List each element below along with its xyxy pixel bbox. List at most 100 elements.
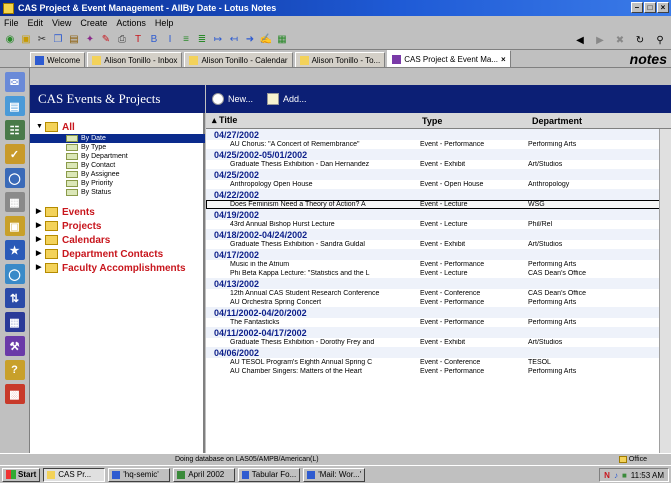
magic-wand-icon[interactable]: ✦ [83, 33, 97, 47]
chart-icon[interactable]: ▦ [275, 33, 289, 47]
menu-file[interactable]: File [4, 18, 19, 28]
table-row[interactable]: 12th Annual CAS Student Research Confere… [206, 289, 671, 298]
tree-node-department-contacts[interactable]: ▶ Department Contacts [30, 247, 205, 261]
view-by-assignee[interactable]: By Assignee [30, 170, 205, 179]
table-row[interactable]: 43rd Annual Bishop Hurst Lecture Event -… [206, 220, 671, 229]
menu-edit[interactable]: Edit [28, 18, 44, 28]
view-by-status[interactable]: By Status [30, 188, 205, 197]
antivirus-tray-icon[interactable]: ■ [622, 471, 627, 480]
nav-back-icon[interactable]: ◀ [573, 33, 587, 47]
taskbar-item-notes[interactable]: CAS Pr... [43, 467, 106, 482]
date-category-row[interactable]: 04/11/2002-04/20/2002 [206, 307, 671, 318]
chart-bookmark-icon[interactable]: ▩ [4, 384, 25, 404]
web-bookmark-icon[interactable]: ◯ [4, 168, 25, 188]
tree-node-projects[interactable]: ▶ Projects [30, 219, 205, 233]
collapse-twisty-icon[interactable]: ▼ [36, 123, 43, 130]
view-by-date[interactable]: By Date [30, 134, 205, 143]
taskbar-item-5[interactable]: 'Mail: Wor...' [303, 467, 366, 482]
tree-node-faculty-accomplishments[interactable]: ▶ Faculty Accomplishments [30, 261, 205, 275]
back-circle-icon[interactable]: ◉ [3, 33, 17, 47]
replication-bookmark-icon[interactable]: ⇅ [4, 288, 25, 308]
indent-icon[interactable]: ↦ [211, 33, 225, 47]
taskbar-item-2[interactable]: 'hq-semic' [108, 467, 171, 482]
databases-bookmark-icon[interactable]: ▦ [4, 192, 25, 212]
mail-bookmark-icon[interactable]: ✉ [4, 72, 25, 92]
table-row[interactable]: Anthropology Open House Event - Open Hou… [206, 180, 671, 189]
clock[interactable]: 11:53 AM [631, 471, 664, 480]
date-category-row[interactable]: 04/06/2002 [206, 347, 671, 358]
window-titlebar[interactable]: CAS Project & Event Management - AllBy D… [0, 0, 671, 16]
table-row[interactable]: Music in the Atrium Event - Performance … [206, 260, 671, 269]
table-row[interactable]: Graduate Thesis Exhibition - Dan Hernand… [206, 160, 671, 169]
open-folder-icon[interactable]: ▣ [19, 33, 33, 47]
text-tool-icon[interactable]: T [131, 33, 145, 47]
tab-close-icon[interactable]: × [501, 55, 506, 64]
bold-icon[interactable]: B [147, 33, 161, 47]
table-row-selected[interactable]: Does Feminism Need a Theory of Action? A… [206, 200, 671, 209]
tools-bookmark-icon[interactable]: ⚒ [4, 336, 25, 356]
expand-twisty-icon[interactable]: ▶ [36, 222, 42, 229]
search-icon[interactable]: ⚲ [653, 33, 667, 47]
new-button[interactable]: New... [212, 93, 253, 105]
date-category-row[interactable]: 04/18/2002-04/24/2002 [206, 229, 671, 240]
column-header-title[interactable]: ▴ Title [206, 115, 416, 126]
menu-actions[interactable]: Actions [116, 18, 146, 28]
tree-node-events[interactable]: ▶ Events [30, 205, 205, 219]
table-row[interactable]: AU Chamber Singers: Matters of the Heart… [206, 367, 671, 376]
menu-view[interactable]: View [52, 18, 71, 28]
location-selector[interactable]: Office [618, 456, 647, 463]
taskbar-item-4[interactable]: Tabular Fo... [238, 467, 301, 482]
expand-twisty-icon[interactable]: ▶ [36, 236, 42, 243]
menu-help[interactable]: Help [155, 18, 174, 28]
network-tray-icon[interactable]: N [604, 471, 610, 480]
history-bookmark-icon[interactable]: ◯ [4, 264, 25, 284]
refresh-icon[interactable]: ↻ [633, 33, 647, 47]
italic-icon[interactable]: I [163, 33, 177, 47]
volume-tray-icon[interactable]: ♪ [614, 471, 618, 480]
table-row[interactable]: Graduate Thesis Exhibition - Sandra Guld… [206, 240, 671, 249]
table-row[interactable]: Phi Beta Kappa Lecture: "Statistics and … [206, 269, 671, 278]
add-button[interactable]: Add... [267, 93, 307, 105]
calendar-bookmark-icon[interactable]: ▤ [4, 96, 25, 116]
menu-create[interactable]: Create [80, 18, 107, 28]
view-by-department[interactable]: By Department [30, 152, 205, 161]
table-row[interactable]: AU Orchestra Spring Concert Event - Perf… [206, 298, 671, 307]
start-button[interactable]: Start [2, 467, 41, 482]
view-by-type[interactable]: By Type [30, 143, 205, 152]
paste-icon[interactable]: ▤ [67, 33, 81, 47]
link-arrow-icon[interactable]: ➜ [243, 33, 257, 47]
table-row[interactable]: Graduate Thesis Exhibition - Dorothy Fre… [206, 338, 671, 347]
expand-twisty-icon[interactable]: ▶ [36, 208, 42, 215]
print-icon[interactable]: ⎙ [115, 33, 129, 47]
date-category-row[interactable]: 04/22/2002 [206, 189, 671, 200]
tab-calendar[interactable]: Alison Tonillo - Calendar [184, 52, 293, 67]
tab-todo[interactable]: Alison Tonillo - To... [294, 52, 386, 67]
view-by-contact[interactable]: By Contact [30, 161, 205, 170]
view-by-priority[interactable]: By Priority [30, 179, 205, 188]
maximize-icon[interactable]: □ [644, 2, 656, 13]
date-category-row[interactable]: 04/11/2002-04/17/2002 [206, 327, 671, 338]
highlighter-icon[interactable]: ✍ [259, 33, 273, 47]
nav-forward-icon[interactable]: ▶ [593, 33, 607, 47]
table-row[interactable]: AU TESOL Program's Eighth Annual Spring … [206, 358, 671, 367]
scissors-icon[interactable]: ✂ [35, 33, 49, 47]
taskbar-item-3[interactable]: April 2002 [173, 467, 236, 482]
date-category-row[interactable]: 04/19/2002 [206, 209, 671, 220]
tree-node-all[interactable]: ▼ All [30, 120, 205, 134]
date-category-row[interactable]: 04/17/2002 [206, 249, 671, 260]
close-icon[interactable]: × [657, 2, 669, 13]
tab-cas-project[interactable]: CAS Project & Event Ma... × [387, 50, 511, 67]
table-row[interactable]: AU Chorus: "A Concert of Remembrance" Ev… [206, 140, 671, 149]
help-bookmark-icon[interactable]: ? [4, 360, 25, 380]
column-header-type[interactable]: Type [416, 116, 526, 126]
expand-twisty-icon[interactable]: ▶ [36, 264, 42, 271]
favorites-bookmark-icon[interactable]: ★ [4, 240, 25, 260]
date-category-row[interactable]: 04/25/2002 [206, 169, 671, 180]
vertical-scrollbar[interactable] [659, 129, 671, 453]
tree-node-calendars[interactable]: ▶ Calendars [30, 233, 205, 247]
todo-bookmark-icon[interactable]: ✓ [4, 144, 25, 164]
date-category-row[interactable]: 04/25/2002-05/01/2002 [206, 149, 671, 160]
tab-welcome[interactable]: Welcome [30, 52, 86, 67]
expand-twisty-icon[interactable]: ▶ [36, 250, 42, 257]
book-bookmark-icon[interactable]: ▦ [4, 312, 25, 332]
